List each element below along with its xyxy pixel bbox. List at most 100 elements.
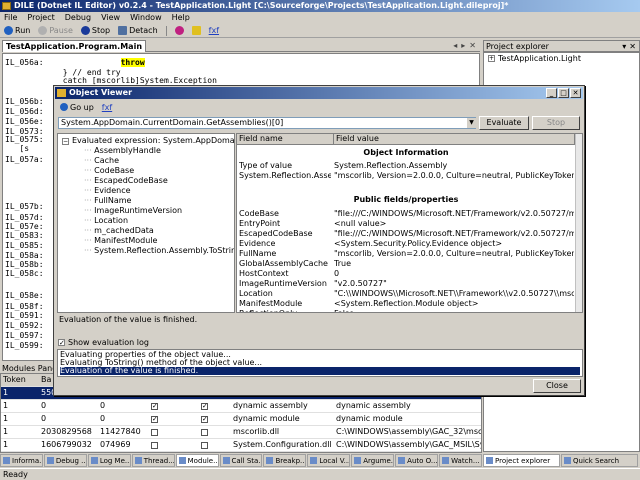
menu-debug[interactable]: Debug	[65, 12, 91, 24]
tree-node[interactable]: ··· CodeBase	[84, 166, 134, 175]
vertical-scrollbar[interactable]	[575, 134, 582, 312]
menu-project[interactable]: Project	[27, 12, 54, 24]
tree-node-label: FullName	[94, 196, 132, 205]
stop-button[interactable]: Stop	[79, 26, 112, 35]
grid-row[interactable]: ReflectionOnlyFalse	[237, 309, 575, 312]
breakpoint-button[interactable]	[173, 26, 186, 35]
tree-node[interactable]: ··· Location	[84, 216, 128, 225]
dynamic-checkbox[interactable]	[201, 429, 208, 436]
checkbox-checked-icon[interactable]: ✓	[58, 339, 65, 347]
minimize-button[interactable]: _	[546, 88, 557, 98]
tree-node[interactable]: ··· ManifestModule	[84, 236, 157, 245]
bottom-tab[interactable]: Thread...	[131, 454, 175, 467]
menu-help[interactable]: Help	[172, 12, 190, 24]
fxf-button[interactable]: fxf	[207, 26, 221, 35]
right-tab[interactable]: Quick Search	[561, 454, 638, 467]
tab-scroll-right-icon[interactable]: ▸	[461, 41, 465, 50]
bottom-tab[interactable]: Argume...	[351, 454, 395, 467]
bottom-tab[interactable]: Informa...	[0, 454, 43, 467]
field-name-header[interactable]: Field name	[237, 134, 334, 145]
grid-row[interactable]: System.Reflection.Assembly..."mscorlib, …	[237, 171, 575, 180]
bottom-tab[interactable]: Watch...	[439, 454, 482, 467]
tree-node[interactable]: ··· ImageRuntimeVersion	[84, 206, 182, 215]
detach-button[interactable]: Detach	[116, 26, 160, 35]
in-memory-checkbox[interactable]	[151, 442, 158, 449]
bottom-tab[interactable]: Module...	[175, 454, 219, 467]
field-name: Type of value	[239, 161, 293, 170]
dropdown-arrow-icon[interactable]: ▼	[467, 118, 476, 128]
maximize-button[interactable]: □	[558, 88, 569, 98]
bottom-tab[interactable]: Local V...	[307, 454, 351, 467]
grid-row[interactable]: ImageRuntimeVersion "v2.0.50727"	[237, 279, 575, 288]
in-memory-checkbox[interactable]: ✓	[151, 416, 158, 423]
close-button[interactable]: Close	[533, 379, 581, 393]
go-up-button[interactable]: Go up	[58, 103, 96, 112]
bottom-tab[interactable]: Auto O...	[395, 454, 439, 467]
dynamic-checkbox[interactable]: ✓	[201, 416, 208, 423]
dynamic-checkbox[interactable]: ✓	[201, 403, 208, 410]
token-header[interactable]: Token	[1, 374, 26, 386]
tree-root-node[interactable]: −Evaluated expression: System.AppDomain.…	[62, 136, 234, 145]
table-row[interactable]: 1 2030829568 11427840 mscorlib.dll C:\WINDOW…	[1, 426, 481, 439]
evaluate-button[interactable]: Evaluate	[479, 116, 529, 130]
grid-row[interactable]: ManifestModule <System.Reflection.Module …	[237, 299, 575, 308]
pin-icon[interactable]: ▾	[622, 41, 626, 52]
grid-row[interactable]: HostContext 0	[237, 269, 575, 278]
show-log-checkbox[interactable]: ✓ Show evaluation log	[58, 338, 149, 347]
field-value: "mscorlib, Version=2.0.0.0, Culture=neut…	[334, 249, 574, 258]
grid-row[interactable]: GlobalAssemblyCache True	[237, 259, 575, 268]
tab-close-icon[interactable]: ✕	[469, 41, 476, 50]
bottom-tab[interactable]: Debug ...	[43, 454, 87, 467]
menu-view[interactable]: View	[101, 12, 120, 24]
in-memory-checkbox[interactable]: ✓	[151, 403, 158, 410]
tree-node[interactable]: ··· AssemblyHandle	[84, 146, 161, 155]
field-name: CodeBase	[239, 209, 279, 218]
collapse-icon[interactable]: −	[62, 138, 69, 145]
code-line: IL_058e:	[5, 291, 44, 300]
expand-icon[interactable]: +	[488, 55, 495, 62]
in-memory-checkbox[interactable]	[151, 429, 158, 436]
fxf-dialog-button[interactable]: fxf	[100, 103, 114, 112]
stop-evaluation-button[interactable]: Stop	[532, 116, 580, 130]
table-row[interactable]: 1 1606799032 074969 System.Configuration.dl…	[1, 439, 481, 452]
menu-file[interactable]: File	[4, 12, 17, 24]
code-line: IL_057a:	[5, 155, 44, 164]
grid-row[interactable]: CodeBase "file:///C:/WINDOWS/Microsoft.NE…	[237, 209, 575, 218]
bottom-tab-strip: Informa... Debug ... Log Me... Thread... Mod…	[0, 454, 482, 467]
grid-row[interactable]: FullName "mscorlib, Version=2.0.0.0, Cult…	[237, 249, 575, 258]
field-value: 0	[334, 269, 340, 278]
field-value-header[interactable]: Field value	[334, 134, 575, 145]
table-row[interactable]: 1 0 0 ✓ ✓ dynamic assembly dynamic assembly	[1, 400, 481, 413]
dynamic-checkbox[interactable]	[201, 442, 208, 449]
tab-icon	[442, 457, 450, 464]
grid-row[interactable]: EscapedCodeBase "file:///C:/WINDOWS/Micro…	[237, 229, 575, 238]
editor-tab[interactable]: TestApplication.Program.Main	[2, 40, 147, 52]
object-viewer-button[interactable]	[190, 26, 203, 35]
menu-window[interactable]: Window	[130, 12, 162, 24]
tree-node[interactable]: ··· FullName	[84, 196, 131, 205]
project-tree-item[interactable]: + TestApplication.Light	[488, 54, 581, 63]
grid-row[interactable]: Location "C:\\WINDOWS\\Microsoft.NET\\Fra…	[237, 289, 575, 298]
tree-node[interactable]: ··· Cache	[84, 156, 119, 165]
pause-button[interactable]: Pause	[36, 26, 75, 35]
close-icon[interactable]: ✕	[629, 41, 636, 52]
table-row[interactable]: 1 0 0 ✓ ✓ dynamic module dynamic module	[1, 413, 481, 426]
grid-row[interactable]: Type of value System.Reflection.Assembly	[237, 161, 575, 170]
tab-scroll-left-icon[interactable]: ◂	[453, 41, 457, 50]
bottom-tab[interactable]: Breakp...	[263, 454, 307, 467]
run-button[interactable]: Run	[2, 26, 32, 35]
code-line: IL_0597:	[5, 331, 44, 340]
bottom-tab[interactable]: Call Sta...	[219, 454, 263, 467]
tree-node[interactable]: ··· System.Reflection.Assembly.ToString(…	[84, 246, 234, 255]
grid-row[interactable]: Evidence <System.Security.Policy.Evidence…	[237, 239, 575, 248]
tree-node[interactable]: ··· EscapedCodeBase	[84, 176, 168, 185]
bottom-tab-label: Informa...	[12, 456, 43, 465]
right-tab[interactable]: Project explorer	[483, 454, 560, 467]
expression-input[interactable]: System.AppDomain.CurrentDomain.GetAssemb…	[58, 117, 476, 129]
bottom-tab[interactable]: Log Me...	[87, 454, 131, 467]
base-header[interactable]: Ba	[39, 374, 51, 386]
tree-node[interactable]: ··· Evidence	[84, 186, 131, 195]
close-window-button[interactable]: ✕	[570, 88, 581, 98]
grid-row[interactable]: EntryPoint <null value>	[237, 219, 575, 228]
tree-node[interactable]: ··· m_cachedData	[84, 226, 154, 235]
